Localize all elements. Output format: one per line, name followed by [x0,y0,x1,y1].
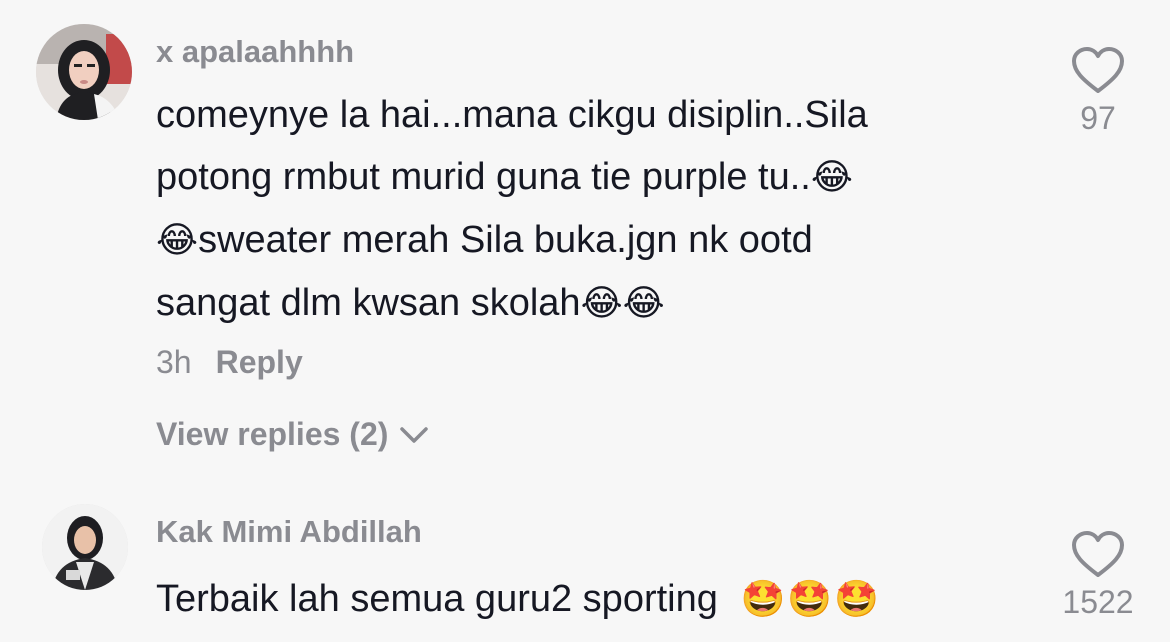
comment-text-segment: sweater merah Sila buka.jgn nk ootd [198,219,813,261]
laughing-emoji: 😂 [580,283,623,324]
comment-text: Terbaik lah semua guru2 sporting 🤩🤩🤩 [156,568,881,631]
comment-text-line: potong rmbut murid guna tie purple tu..😂 [156,146,868,209]
comment-meta: 3h Reply [156,344,303,381]
comment-username[interactable]: x apalaahhhh [156,34,354,70]
comment-item: Kak Mimi Abdillah Terbaik lah semua guru… [0,490,1170,642]
comment-text-segment: sangat dlm kwsan skolah [156,282,581,324]
laughing-emoji: 😂 [810,157,853,198]
comment-text-segment: Terbaik lah semua guru2 sporting [156,578,729,620]
heart-icon [1072,47,1124,93]
like-count: 97 [1080,100,1116,136]
comment-text-line: comeynye la hai...mana cikgu disiplin..S… [156,94,868,136]
comment-text-line: 😂sweater merah Sila buka.jgn nk ootd [156,209,868,272]
comment-text: comeynye la hai...mana cikgu disiplin..S… [156,84,868,335]
heart-icon [1072,531,1124,577]
view-replies-button[interactable]: View replies (2) [156,416,430,453]
laughing-emoji: 😂 [156,220,199,261]
comment-username[interactable]: Kak Mimi Abdillah [156,514,422,550]
like-count: 1522 [1062,584,1134,620]
avatar[interactable] [42,504,128,590]
like-button[interactable]: 97 [1048,46,1148,137]
comment-item: x apalaahhhh comeynye la hai...mana cikg… [0,0,1170,470]
like-button[interactable]: 1522 [1048,530,1148,621]
comment-text-segment: potong rmbut murid guna tie purple tu.. [156,156,811,198]
comment-timestamp: 3h [156,344,192,380]
reply-button[interactable]: Reply [216,344,303,380]
avatar-image [42,504,128,590]
star-struck-emoji: 🤩🤩🤩 [740,579,881,620]
view-replies-label: View replies (2) [156,416,389,452]
comment-text-line: sangat dlm kwsan skolah😂😂 [156,272,868,335]
laughing-emoji: 😂 [622,283,665,324]
chevron-down-icon [400,426,429,443]
avatar[interactable] [36,24,132,120]
avatar-image [36,24,132,120]
